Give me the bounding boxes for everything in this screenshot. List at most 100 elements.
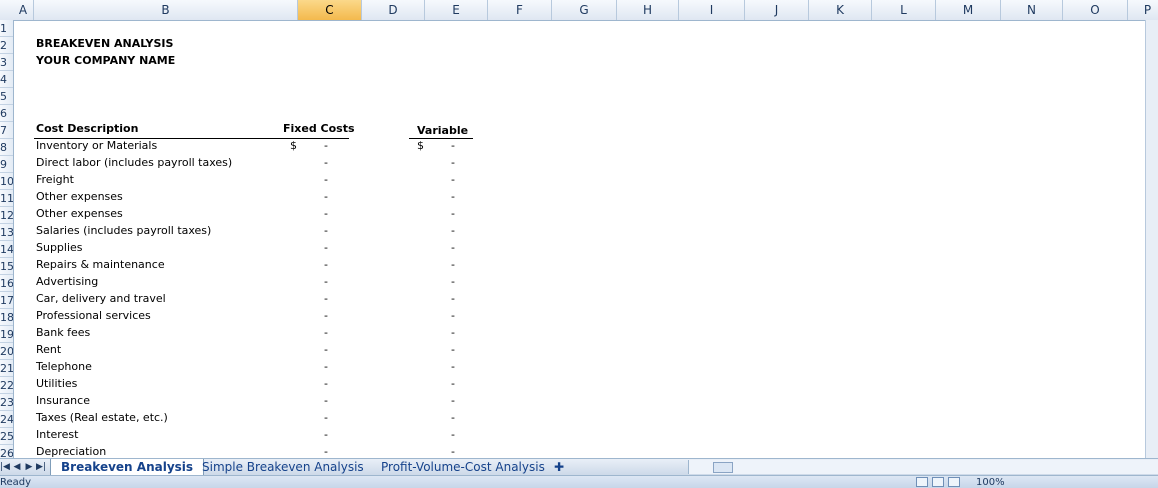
fixed-cost-value: - [324, 394, 328, 407]
variable-cost-value: - [451, 292, 455, 305]
tab-profit-volume-cost-analysis[interactable]: Profit-Volume-Cost Analysis [371, 459, 555, 475]
fixed-cost-value: - [324, 224, 328, 237]
vertical-scrollbar[interactable] [1145, 20, 1158, 458]
column-header-c[interactable]: C [298, 0, 362, 20]
variable-cost-value: - [451, 241, 455, 254]
row-header-23[interactable]: 23 [0, 394, 13, 411]
header-fixed-costs: Fixed Costs [283, 122, 355, 135]
row-header-24[interactable]: 24 [0, 411, 13, 428]
column-header-m[interactable]: M [936, 0, 1001, 20]
status-ready: Ready [0, 477, 32, 488]
insert-sheet-icon[interactable]: ✚ [548, 459, 576, 475]
row-header-6[interactable]: 6 [0, 105, 13, 122]
fixed-cost-value: - [324, 139, 328, 152]
last-sheet-icon[interactable]: ▶| [36, 461, 46, 473]
prev-sheet-icon[interactable]: ◀ [12, 461, 22, 473]
column-header-j[interactable]: J [745, 0, 809, 20]
variable-cost-value: - [451, 360, 455, 373]
row-header-16[interactable]: 16 [0, 275, 13, 292]
row-header-10[interactable]: 10 [0, 173, 13, 190]
column-header-o[interactable]: O [1063, 0, 1128, 20]
variable-cost-value: - [451, 139, 455, 152]
row-header-15[interactable]: 15 [0, 258, 13, 275]
horizontal-scrollbar[interactable] [688, 460, 1158, 474]
fixed-cost-value: - [324, 309, 328, 322]
variable-cost-value: - [451, 377, 455, 390]
row-header-25[interactable]: 25 [0, 428, 13, 445]
cost-item-label: Interest [36, 428, 79, 441]
row-header-7[interactable]: 7 [0, 122, 13, 139]
status-bar: Ready 100% [0, 475, 1158, 488]
column-header-a[interactable]: A [13, 0, 34, 20]
variable-cost-value: - [451, 173, 455, 186]
tab-breakeven-analysis[interactable]: Breakeven Analysis [50, 459, 205, 476]
horizontal-scroll-thumb[interactable] [713, 462, 733, 473]
cell-grid[interactable]: BREAKEVEN ANALYSIS YOUR COMPANY NAME Cos… [13, 20, 1145, 458]
first-sheet-icon[interactable]: |◀ [0, 461, 10, 473]
column-header-p[interactable]: P [1128, 0, 1158, 20]
spreadsheet-window: ABCDEFGHIJKLMNOP 1 2 3 4 5 6 7 8 9 10 11 12 13 14 15 16… [0, 0, 1158, 488]
column-header-i[interactable]: I [679, 0, 745, 20]
row-header-18[interactable]: 18 [0, 309, 13, 326]
normal-view-icon[interactable] [916, 477, 928, 487]
row-header-9[interactable]: 9 [0, 156, 13, 173]
row-header-bar: 1 2 3 4 5 6 7 8 9 10 11 12 13 14 15 16 17 18 19 20 21 22 23 24 2… [0, 20, 14, 458]
variable-cost-value: - [451, 190, 455, 203]
company-name: YOUR COMPANY NAME [36, 54, 176, 67]
variable-cost-value: - [451, 309, 455, 322]
column-header-n[interactable]: N [1001, 0, 1063, 20]
cost-item-label: Professional services [36, 309, 151, 322]
cost-item-label: Other expenses [36, 207, 123, 220]
column-header-f[interactable]: F [488, 0, 552, 20]
row-header-3[interactable]: 3 [0, 54, 13, 71]
row-header-13[interactable]: 13 [0, 224, 13, 241]
variable-currency-symbol: $ [417, 139, 424, 152]
cost-item-label: Advertising [36, 275, 99, 288]
variable-cost-value: - [451, 258, 455, 271]
sheet-title: BREAKEVEN ANALYSIS [36, 37, 174, 50]
column-header-e[interactable]: E [425, 0, 488, 20]
row-header-12[interactable]: 12 [0, 207, 13, 224]
cost-item-label: Salaries (includes payroll taxes) [36, 224, 212, 237]
row-header-5[interactable]: 5 [0, 88, 13, 105]
row-header-21[interactable]: 21 [0, 360, 13, 377]
column-header-l[interactable]: L [872, 0, 936, 20]
column-header-d[interactable]: D [362, 0, 425, 20]
column-header-g[interactable]: G [552, 0, 617, 20]
fixed-cost-value: - [324, 241, 328, 254]
cost-item-label: Depreciation [36, 445, 107, 458]
row-header-20[interactable]: 20 [0, 343, 13, 360]
row-header-17[interactable]: 17 [0, 292, 13, 309]
cost-item-label: Insurance [36, 394, 90, 407]
row-header-2[interactable]: 2 [0, 37, 13, 54]
row-header-26[interactable]: 26 [0, 445, 13, 458]
zoom-level[interactable]: 100% [976, 476, 1005, 488]
row-header-8[interactable]: 8 [0, 139, 13, 156]
column-header-b[interactable]: B [34, 0, 298, 20]
cost-item-label: Freight [36, 173, 74, 186]
tab-simple-breakeven-analysis[interactable]: Simple Breakeven Analysis [192, 459, 374, 475]
fixed-currency-symbol: $ [290, 139, 297, 152]
cost-item-label: Car, delivery and travel [36, 292, 166, 305]
row-header-19[interactable]: 19 [0, 326, 13, 343]
row-header-4[interactable]: 4 [0, 71, 13, 88]
cost-item-label: Supplies [36, 241, 83, 254]
page-layout-view-icon[interactable] [932, 477, 944, 487]
variable-cost-value: - [451, 411, 455, 424]
row-header-22[interactable]: 22 [0, 377, 13, 394]
fixed-cost-value: - [324, 360, 328, 373]
row-header-14[interactable]: 14 [0, 241, 13, 258]
variable-cost-value: - [451, 275, 455, 288]
fixed-cost-value: - [324, 343, 328, 356]
next-sheet-icon[interactable]: ▶ [24, 461, 34, 473]
fixed-cost-value: - [324, 173, 328, 186]
row-header-1[interactable]: 1 [0, 20, 13, 37]
fixed-cost-value: - [324, 156, 328, 169]
row-header-11[interactable]: 11 [0, 190, 13, 207]
column-header-k[interactable]: K [809, 0, 872, 20]
column-header-h[interactable]: H [617, 0, 679, 20]
page-break-view-icon[interactable] [948, 477, 960, 487]
variable-cost-value: - [451, 326, 455, 339]
fixed-cost-value: - [324, 207, 328, 220]
header-variable: Variable [417, 124, 469, 137]
